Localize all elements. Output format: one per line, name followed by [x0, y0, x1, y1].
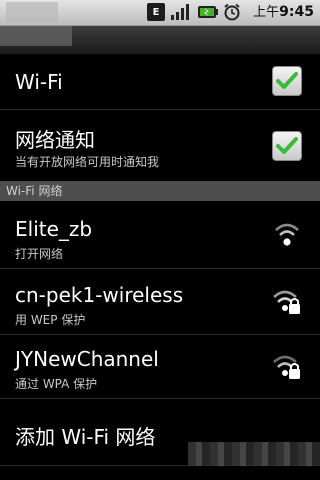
- obscured-notification-area: [6, 2, 58, 22]
- status-clock: 上午9:45: [253, 3, 314, 21]
- battery-icon: [196, 3, 220, 21]
- network-notification-summary: 当有开放网络可用时通知我: [15, 155, 160, 169]
- network-ssid: JYNewChannel: [15, 347, 159, 371]
- obscured-title: [0, 26, 72, 46]
- network-row-elite-zb[interactable]: Elite_zb 打开网络: [0, 202, 320, 269]
- title-bar: [0, 26, 320, 54]
- network-notification-label: 网络通知: [15, 128, 95, 152]
- wifi-signal-locked-icon: [273, 290, 300, 314]
- network-row-jynewchannel[interactable]: JYNewChannel 通过 WPA 保护: [0, 335, 320, 399]
- edge-network-icon: E: [147, 3, 165, 21]
- network-row-cn-pek1-wireless[interactable]: cn-pek1-wireless 用 WEP 保护: [0, 269, 320, 335]
- add-wifi-network-label: 添加 Wi-Fi 网络: [15, 425, 156, 449]
- wifi-signal-open-icon: [275, 223, 299, 246]
- network-status: 打开网络: [15, 247, 64, 261]
- obscured-region: [188, 442, 320, 466]
- wifi-networks-section-header: Wi-Fi 网络: [0, 181, 320, 201]
- wifi-signal-locked-icon: [273, 355, 300, 379]
- network-ssid: Elite_zb: [15, 217, 93, 241]
- wifi-checkbox[interactable]: [272, 66, 302, 96]
- alarm-clock-icon: [222, 3, 242, 21]
- clock-time: 9:45: [279, 4, 314, 20]
- checkmark-icon: [276, 72, 298, 89]
- status-bar: E 上午9:45: [0, 0, 320, 26]
- network-notification-checkbox[interactable]: [272, 131, 302, 161]
- network-ssid: cn-pek1-wireless: [15, 283, 184, 307]
- network-notification-row[interactable]: 网络通知 当有开放网络可用时通知我: [0, 110, 320, 180]
- signal-strength-icon: [169, 3, 191, 21]
- checkmark-icon: [276, 137, 298, 154]
- wifi-toggle-label: Wi-Fi: [15, 70, 63, 94]
- wifi-toggle-row[interactable]: Wi-Fi: [0, 56, 320, 110]
- network-status: 用 WEP 保护: [15, 313, 86, 327]
- clock-am-pm: 上午: [253, 5, 280, 20]
- network-status: 通过 WPA 保护: [15, 377, 98, 391]
